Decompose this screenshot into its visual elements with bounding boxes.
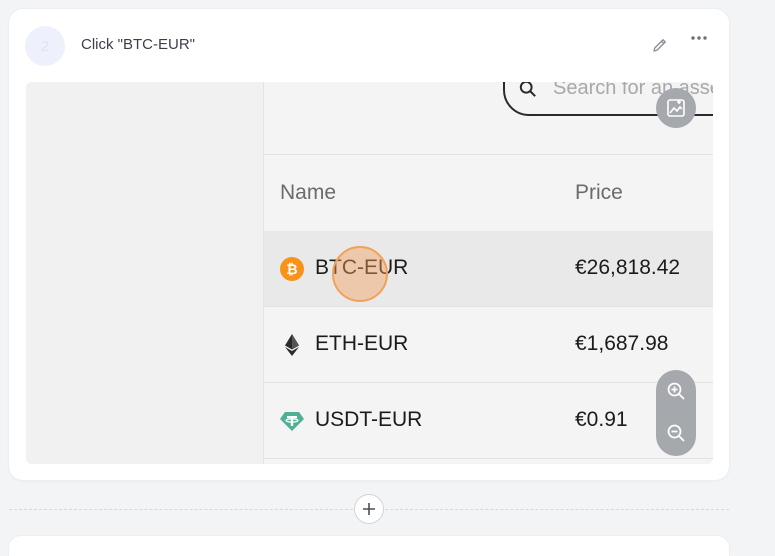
table-row-eth-eur[interactable]: ETH-EUR €1,687.98 bbox=[264, 307, 713, 383]
step-number-badge: 2 bbox=[25, 26, 65, 66]
search-icon bbox=[519, 82, 536, 97]
table-row-usdt-eur[interactable]: USDT-EUR €0.91 bbox=[264, 383, 713, 459]
more-horizontal-icon[interactable] bbox=[688, 29, 710, 49]
tether-icon bbox=[280, 412, 304, 431]
image-edit-icon bbox=[667, 99, 685, 117]
pair-label: USDT-EUR bbox=[315, 408, 423, 431]
zoom-controls bbox=[656, 370, 696, 456]
zoom-in-icon[interactable] bbox=[666, 381, 686, 401]
screenshot-sidebar-area bbox=[26, 82, 264, 464]
pair-label: ETH-EUR bbox=[315, 332, 409, 355]
step-title: Click "BTC-EUR" bbox=[81, 36, 195, 53]
plus-icon bbox=[363, 503, 375, 515]
click-highlight-marker bbox=[332, 246, 388, 302]
pencil-icon[interactable] bbox=[651, 36, 669, 54]
next-step-card bbox=[9, 536, 729, 556]
image-edit-button[interactable] bbox=[656, 88, 696, 128]
column-header-price: Price bbox=[575, 181, 623, 204]
ethereum-icon bbox=[285, 334, 299, 356]
svg-text:₿: ₿ bbox=[286, 262, 297, 278]
table-header: Name Price bbox=[264, 154, 713, 232]
price-value: €26,818.42 bbox=[575, 256, 681, 279]
price-value: €1,687.98 bbox=[575, 332, 669, 355]
step-card: 2 Click "BTC-EUR" Search for an asset Na… bbox=[9, 9, 729, 480]
column-header-name: Name bbox=[280, 181, 337, 204]
add-step-button[interactable] bbox=[354, 494, 384, 524]
price-value: €0.91 bbox=[575, 408, 628, 431]
bitcoin-icon: ₿ bbox=[280, 257, 304, 281]
zoom-out-icon[interactable] bbox=[666, 423, 686, 443]
